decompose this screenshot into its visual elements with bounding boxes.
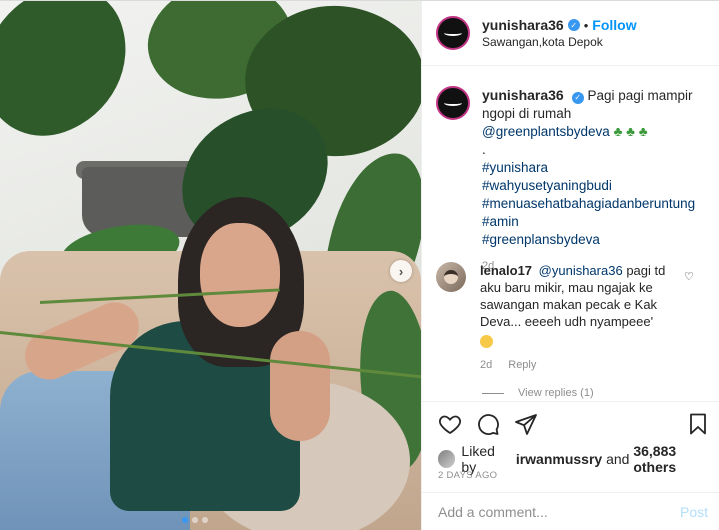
commenter-avatar[interactable]: [436, 262, 466, 292]
post-timestamp: 2 DAYS AGO: [438, 470, 498, 481]
carousel-next-button[interactable]: ›: [390, 260, 412, 282]
hashtag-link[interactable]: #menuasehatbahagiadanberuntung: [482, 195, 698, 213]
chevron-right-icon: ›: [398, 263, 404, 279]
caption-username[interactable]: yunishara36: [482, 87, 564, 103]
paper-plane-icon[interactable]: [514, 412, 538, 436]
instagram-post: › yunishara36 ✓ • Follow Sawangan,kota D…: [0, 0, 719, 530]
clover-emoji-icon: ♣ ♣ ♣: [613, 124, 648, 139]
commenter-username[interactable]: lenalo17: [480, 263, 532, 278]
caption: yunishara36 ✓ Pagi pagi mampir ngopi di r…: [436, 86, 698, 275]
comment-age: 2d: [480, 358, 493, 371]
carousel-dot: [202, 517, 208, 523]
hashtag-link[interactable]: #wahyusetyaningbudi: [482, 177, 698, 195]
comments-list[interactable]: yunishara36 ✓ Pagi pagi mampir ngopi di r…: [422, 67, 719, 400]
location-link[interactable]: Sawangan,kota Depok: [482, 35, 637, 49]
comment-mention[interactable]: @yunishara36: [539, 263, 623, 278]
hashtag-link[interactable]: #yunishara: [482, 159, 698, 177]
likes-others-link[interactable]: 36,883 others: [633, 443, 719, 475]
smile-emoji-icon: [480, 334, 493, 348]
carousel-dot: [182, 517, 188, 523]
comment-icon[interactable]: [476, 412, 500, 436]
liker-avatar[interactable]: [438, 450, 456, 468]
person-arm: [270, 331, 330, 441]
follow-button[interactable]: Follow: [592, 17, 636, 33]
post-header: yunishara36 ✓ • Follow Sawangan,kota Dep…: [422, 1, 719, 66]
carousel-dots: [182, 517, 208, 523]
hashtag-link[interactable]: #greenplansbydeva: [482, 231, 698, 249]
liker-username[interactable]: irwanmussry: [516, 451, 602, 467]
post-comment-button[interactable]: Post: [680, 504, 708, 520]
verified-badge-icon: ✓: [571, 92, 584, 104]
view-replies-button[interactable]: View replies (1): [482, 387, 594, 399]
comment-input[interactable]: [438, 503, 658, 520]
carousel-dot: [192, 517, 198, 523]
avatar[interactable]: [436, 16, 470, 50]
comment-like-heart-icon[interactable]: ♡: [684, 270, 694, 283]
bookmark-icon[interactable]: [686, 412, 710, 436]
reply-button[interactable]: Reply: [508, 357, 536, 374]
post-photo[interactable]: ›: [0, 1, 421, 530]
caption-mention[interactable]: @greenplantsbydeva ♣ ♣ ♣: [482, 123, 698, 141]
heart-icon[interactable]: [438, 412, 462, 436]
post-side-panel: yunishara36 ✓ • Follow Sawangan,kota Dep…: [421, 1, 719, 530]
person-face: [200, 223, 280, 327]
verified-badge-icon: ✓: [567, 19, 580, 31]
separator: •: [583, 17, 589, 33]
avatar[interactable]: [436, 86, 470, 120]
caption-dot: .: [482, 142, 486, 157]
post-actions: Liked by irwanmussry and 36,883 others 2…: [422, 401, 719, 491]
username-link[interactable]: yunishara36: [482, 17, 564, 33]
comment-item: lenalo17 @yunishara36 pagi td aku baru m…: [436, 262, 680, 374]
hashtag-link[interactable]: #amin: [482, 213, 698, 231]
add-comment-bar: Post: [422, 492, 719, 530]
